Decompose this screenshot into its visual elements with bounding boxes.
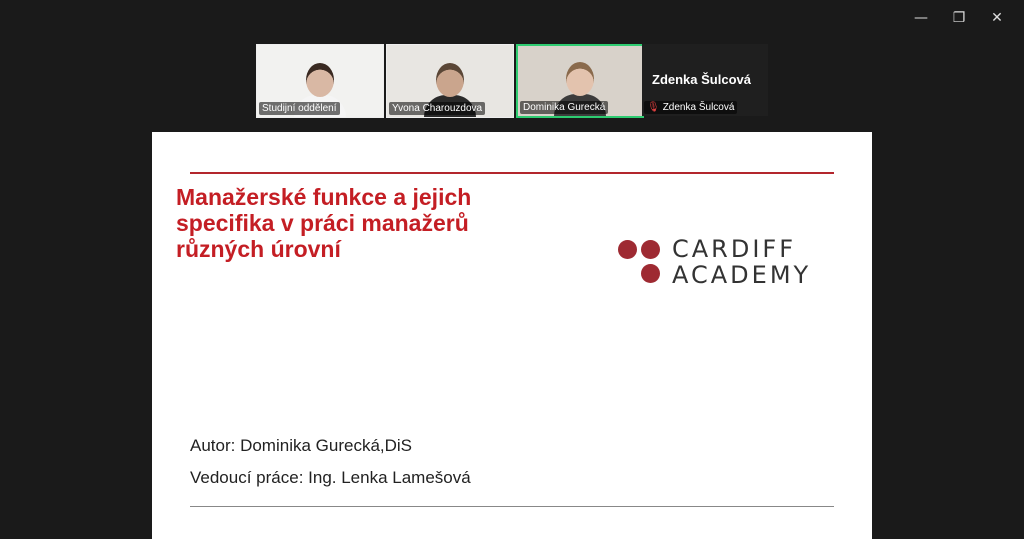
close-button[interactable]: ✕ [978, 6, 1016, 30]
restore-button[interactable]: ❐ [940, 6, 978, 30]
participant-name: 🎙 Zdenka Šulcová [644, 101, 738, 114]
participant-strip: Studijní oddělení Yvona Charouzdova Domi… [256, 44, 644, 118]
window-controls: — ❐ ✕ [902, 6, 1016, 30]
cardiff-academy-logo: CARDIFF ACADEMY [618, 236, 811, 288]
participant-tile[interactable]: Yvona Charouzdova [386, 44, 514, 118]
participant-tile[interactable]: Studijní oddělení [256, 44, 384, 118]
slide-top-rule [190, 172, 834, 174]
slide-author: Autor: Dominika Gurecká,DiS [190, 436, 413, 455]
logo-dots [618, 240, 662, 284]
logo-text: CARDIFF ACADEMY [672, 236, 811, 288]
logo-line-1: CARDIFF [672, 235, 797, 263]
participant-name: Yvona Charouzdova [389, 102, 486, 115]
participant-display-name: Zdenka Šulcová [652, 72, 751, 87]
minimize-button[interactable]: — [902, 6, 940, 30]
slide-title: Manažerské funkce a jejich specifika v p… [176, 184, 472, 262]
slide-bottom-rule [190, 506, 834, 507]
participant-name: Dominika Gurecká [520, 101, 609, 114]
shared-slide: Manažerské funkce a jejich specifika v p… [152, 132, 872, 539]
participant-tile-active-speaker[interactable]: Dominika Gurecká [516, 44, 644, 118]
participant-name-label: Zdenka Šulcová [662, 102, 735, 113]
slide-supervisor: Vedoucí práce: Ing. Lenka Lamešová [190, 468, 471, 487]
logo-line-2: ACADEMY [672, 261, 812, 289]
participant-name: Studijní oddělení [259, 102, 340, 115]
participant-tile-no-video[interactable]: Zdenka Šulcová 🎙 Zdenka Šulcová [642, 44, 768, 116]
mic-muted-icon: 🎙 [647, 102, 660, 113]
